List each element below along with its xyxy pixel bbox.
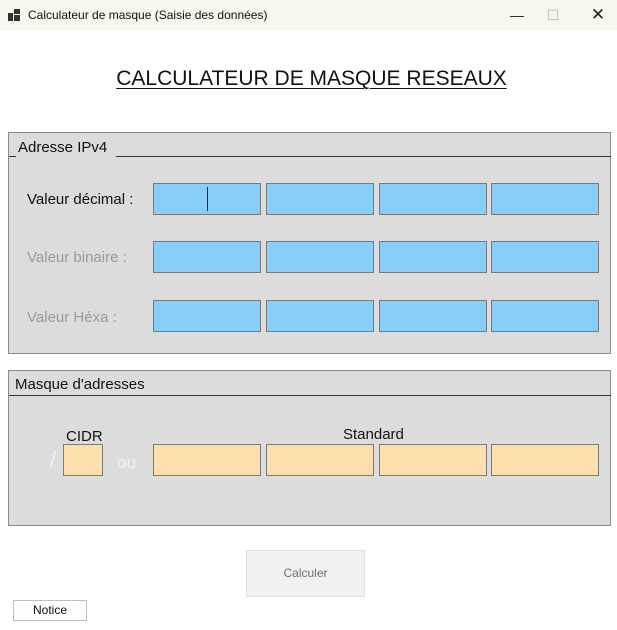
binary-octet-2[interactable] <box>266 241 374 273</box>
hexa-octet-2[interactable] <box>266 300 374 332</box>
standard-octet-3[interactable] <box>379 444 487 476</box>
binary-octet-4[interactable] <box>491 241 599 273</box>
slash-label: / <box>50 447 57 472</box>
hexa-octet-3[interactable] <box>379 300 487 332</box>
maximize-icon[interactable]: ☐ <box>533 0 573 30</box>
standard-label: Standard <box>343 426 404 443</box>
or-label: ou <box>117 453 136 472</box>
hexa-octet-1[interactable] <box>153 300 261 332</box>
window-title: Calculateur de masque (Saisie des donnée… <box>28 8 268 22</box>
app-icon <box>8 9 20 21</box>
standard-octet-2[interactable] <box>266 444 374 476</box>
decimal-label: Valeur décimal : <box>27 191 134 208</box>
group-border <box>9 395 611 396</box>
group-border <box>9 156 16 157</box>
decimal-octet-2[interactable] <box>266 183 374 215</box>
text-caret <box>207 187 208 211</box>
decimal-octet-3[interactable] <box>379 183 487 215</box>
binary-octet-3[interactable] <box>379 241 487 273</box>
mask-group-title: Masque d'adresses <box>15 376 145 393</box>
cidr-label: CIDR <box>66 428 103 445</box>
minimize-icon[interactable]: — <box>497 0 537 30</box>
group-border <box>116 156 611 157</box>
decimal-octet-4[interactable] <box>491 183 599 215</box>
page-title: CALCULATEUR DE MASQUE RESEAUX <box>116 67 507 90</box>
title-bar: Calculateur de masque (Saisie des donnée… <box>0 0 617 30</box>
mask-group: Masque d'adresses CIDR Standard / ou <box>8 370 611 526</box>
standard-octet-4[interactable] <box>491 444 599 476</box>
hexa-label: Valeur Héxa : <box>27 309 117 326</box>
decimal-octet-1[interactable] <box>153 183 261 215</box>
binary-label: Valeur binaire : <box>27 249 127 266</box>
ipv4-group-title: Adresse IPv4 <box>18 139 108 156</box>
close-icon[interactable]: ✕ <box>578 0 617 30</box>
calculate-button[interactable]: Calculer <box>246 550 365 597</box>
notice-button[interactable]: Notice <box>13 600 87 621</box>
cidr-input[interactable] <box>63 444 103 476</box>
binary-octet-1[interactable] <box>153 241 261 273</box>
hexa-octet-4[interactable] <box>491 300 599 332</box>
standard-octet-1[interactable] <box>153 444 261 476</box>
ipv4-group: Adresse IPv4 Valeur décimal : Valeur bin… <box>8 132 611 354</box>
